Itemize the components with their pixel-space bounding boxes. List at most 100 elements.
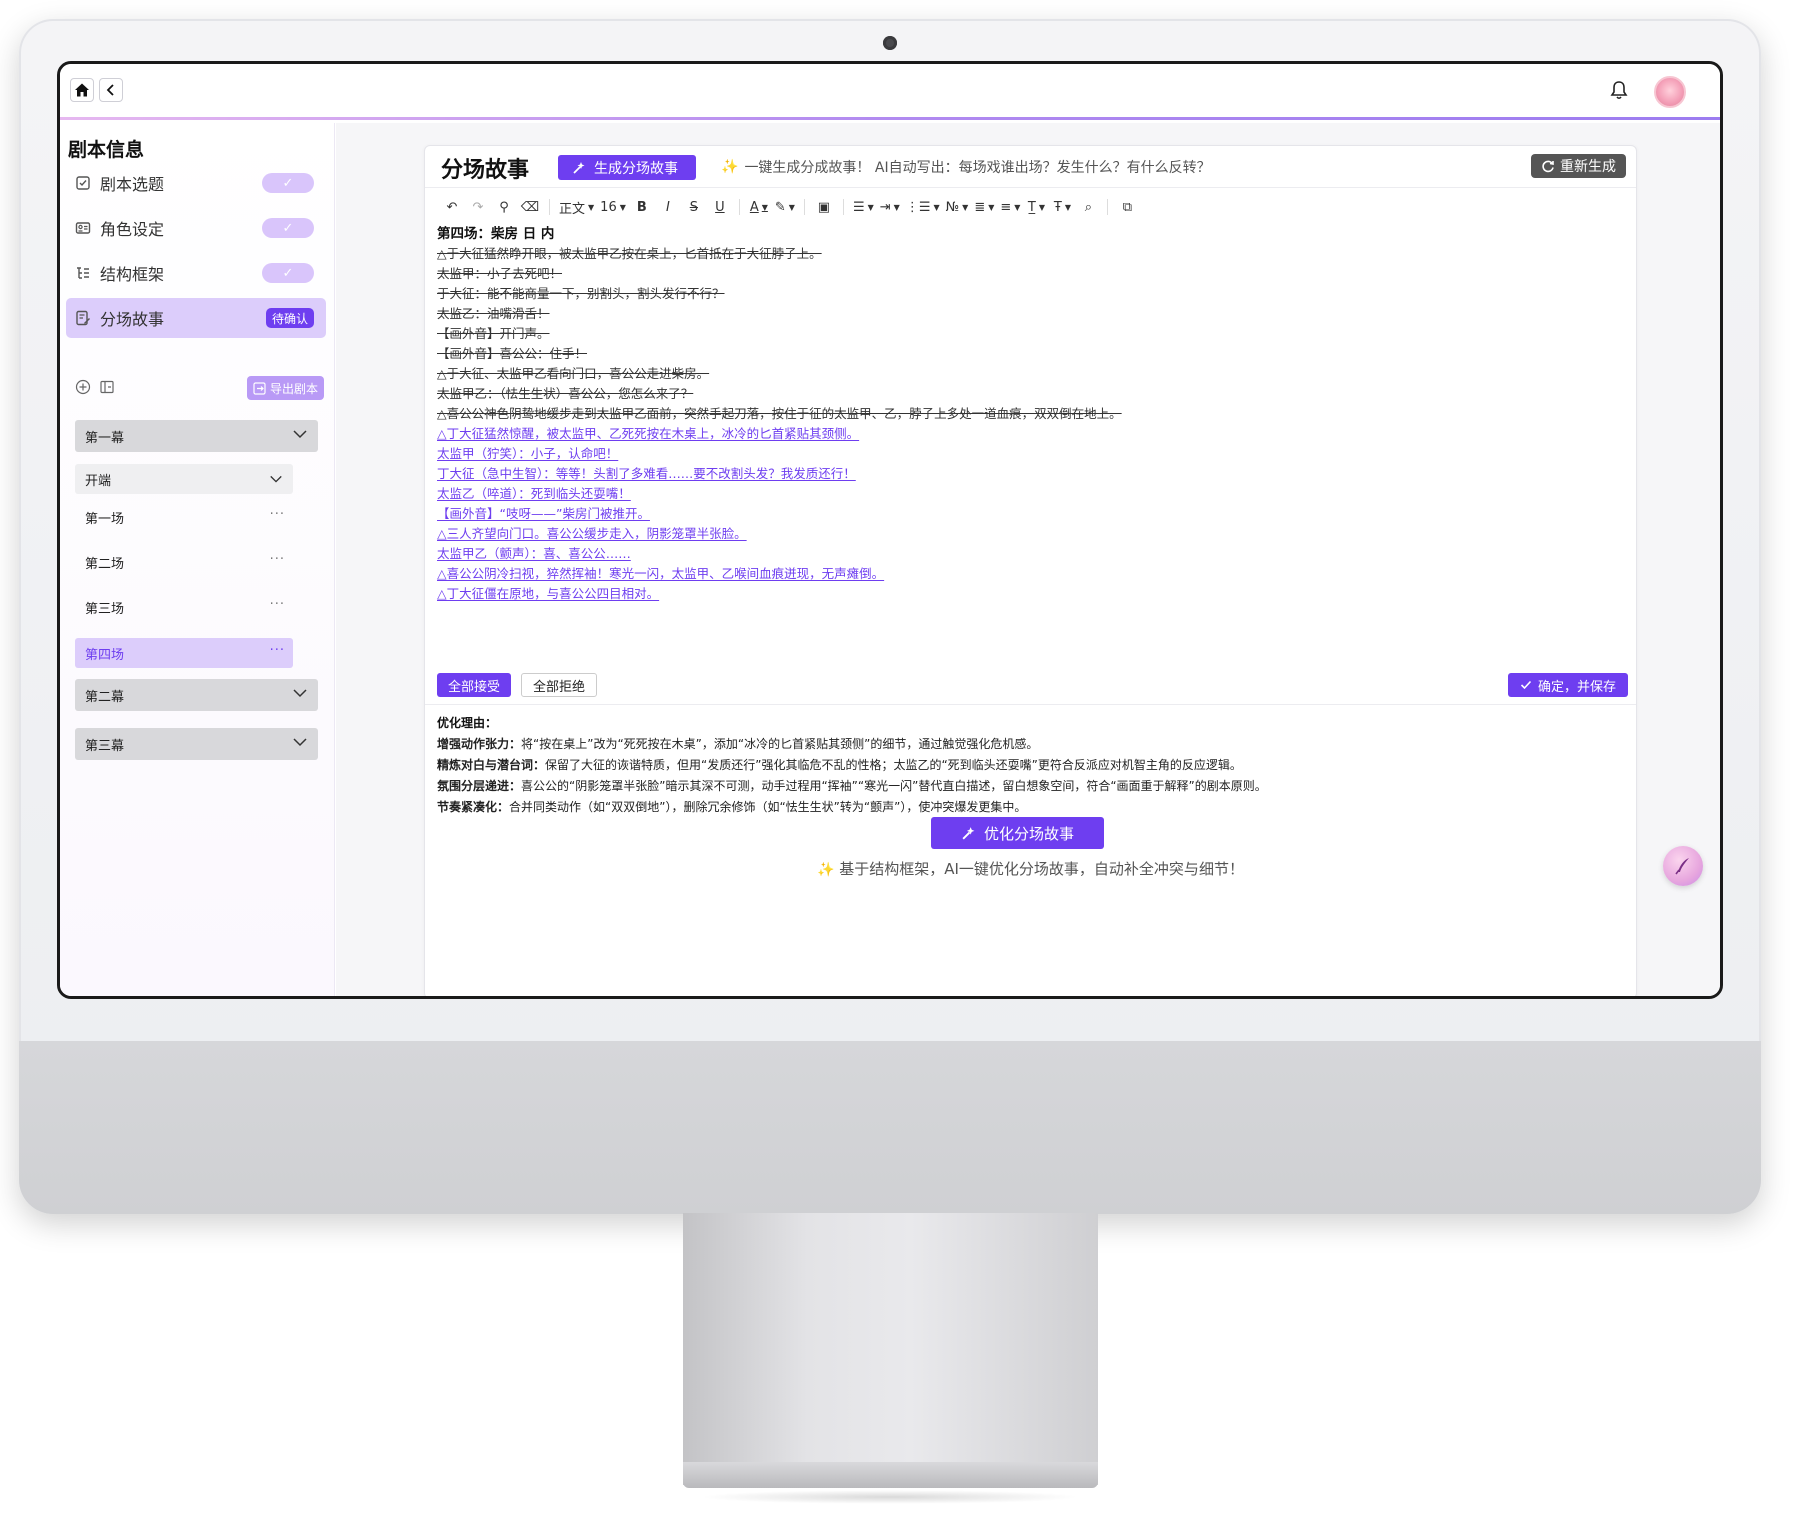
check-icon [1520,680,1532,690]
sidebar-item-label: 角色设定 [100,220,165,239]
deleted-line[interactable]: 太监甲：小子去死吧！ [437,264,1617,284]
inserted-line[interactable]: △丁大征僵在原地，与喜公公四目相对。 [437,584,1617,604]
optimize-button[interactable]: 优化分场故事 [931,817,1104,849]
scene-item-4[interactable]: 第四场 ··· [75,638,293,668]
paragraph-select[interactable]: 正文 ▼ [556,196,597,218]
quill-pen-icon [1675,858,1689,875]
more-icon[interactable]: ··· [270,552,285,567]
inserted-line[interactable]: △喜公公阴冷扫视，猝然挥袖！寒光一闪，太监甲、乙喉间血痕迸现，无声瘫倒。 [437,564,1617,584]
find-replace-icon[interactable]: ⌕ [1075,196,1101,218]
avatar[interactable] [1654,76,1686,108]
page-title: 分场故事 [441,158,530,183]
tree-icon [74,264,92,282]
stand-shadow [700,1490,1080,1504]
copy-icon[interactable]: ⧉ [1114,196,1140,218]
indent-icon[interactable]: ⇥ ▼ [877,196,903,218]
deleted-line[interactable]: △于大征、太监甲乙看向门口，喜公公走进柴房。 [437,364,1617,384]
inserted-line[interactable]: 太监乙（啐道）：死到临头还耍嘴！ [437,484,1617,504]
inserted-line[interactable]: △三人齐望向门口。喜公公缓步走入，阴影笼罩半张脸。 [437,524,1617,544]
inserted-line[interactable]: 太监甲（狞笑）：小子，认命吧！ [437,444,1617,464]
deleted-line[interactable]: 于大征：能不能商量一下，别割头，割头发行不行？ [437,284,1617,304]
done-check-badge: ✓ [262,173,314,193]
chevron-down-icon [293,430,307,439]
regenerate-button[interactable]: 重新生成 [1531,154,1626,178]
save-label: 确定，并保存 [1537,679,1616,695]
hint-text: 一键生成分成故事！ AI自动写出：每场戏谁出场？发生什么？有什么反转？ [744,160,1211,176]
act-label: 第一幕 [85,430,125,446]
deleted-line[interactable]: △于大征猛然睁开眼，被太监甲乙按在桌上，匕首抵在于大征脖子上。 [437,244,1617,264]
done-check-badge: ✓ [262,218,314,238]
monitor-stand [683,1213,1098,1485]
act-item-1[interactable]: 第一幕 [75,420,318,452]
scene-label: 第二场 [85,556,125,572]
inserted-line[interactable]: 太监甲乙（颤声）：喜、喜公公…… [437,544,1617,564]
format-painter-icon[interactable]: ⚲ [491,196,517,218]
scene-item-2[interactable]: 第二场 ··· [75,547,293,577]
line-height-icon[interactable]: ≣ ▼ [971,196,997,218]
scene-label: 第四场 [85,647,125,663]
clear-format-icon[interactable]: Ŧ ▼ [1049,196,1075,218]
sidebar-item-structure[interactable]: 结构框架 ✓ [66,253,326,293]
collapse-icon[interactable] [98,378,116,396]
home-button[interactable] [70,78,94,102]
accept-all-button[interactable]: 全部接受 [437,673,512,697]
deleted-line[interactable]: △喜公公神色阴鸷地缓步走到太监甲乙面前，突然手起刀落，按住于征的太监甲、乙，脖子… [437,404,1617,424]
eraser-icon[interactable]: ⌫ [517,196,543,218]
reason-text: 合并同类动作（如“双双倒地”），删除冗余修饰（如“怯生生状”转为“颤声”），使冲… [509,800,1027,814]
sidebar-item-scene-story[interactable]: 分场故事 待确认 [66,298,326,338]
scene-heading[interactable]: 第四场：柴房 日 内 [437,224,1617,244]
section-item-opening[interactable]: 开端 [75,464,293,494]
italic-icon[interactable]: I [655,196,681,218]
redo-icon[interactable]: ↷ [465,196,491,218]
confirm-save-button[interactable]: 确定，并保存 [1507,673,1628,697]
act-item-3[interactable]: 第三幕 [75,728,318,760]
add-circle-icon[interactable] [74,378,92,396]
undo-icon[interactable]: ↶ [439,196,465,218]
deleted-line[interactable]: 【画外音】开门声。 [437,324,1617,344]
deleted-line[interactable]: 【画外音】喜公公：住手！ [437,344,1617,364]
bell-icon[interactable] [1608,79,1630,101]
paragraph-spacing-icon[interactable]: ≡ ▼ [997,196,1023,218]
sparkle-icon: ✨ [817,862,835,878]
highlight-icon[interactable]: ✎ ▼ [772,196,798,218]
script-editor[interactable]: 第四场：柴房 日 内 △于大征猛然睁开眼，被太监甲乙按在桌上，匕首抵在于大征脖子上… [437,224,1617,604]
back-button[interactable] [99,78,123,102]
text-style-icon[interactable]: T̲ ▼ [1023,196,1049,218]
more-icon[interactable]: ··· [270,643,285,658]
reason-text: 喜公公的“阴影笼罩半张脸”暗示其深不可测，动手过程用“挥袖”“寒光一闪”替代直白… [521,779,1267,793]
reason-item: 节奏紧凑化：合并同类动作（如“双双倒地”），删除冗余修饰（如“怯生生状”转为“颤… [437,797,1624,818]
export-script-button[interactable]: 导出剧本 [246,376,324,400]
generate-button[interactable]: 生成分场故事 [558,155,696,180]
reason-heading: 节奏紧凑化： [437,800,510,814]
reason-item: 氛围分层递进：喜公公的“阴影笼罩半张脸”暗示其深不可测，动手过程用“挥袖”“寒光… [437,776,1624,797]
more-icon[interactable]: ··· [270,507,285,522]
ai-assistant-button[interactable] [1663,846,1703,886]
act-item-2[interactable]: 第二幕 [75,679,318,711]
more-icon[interactable]: ··· [270,597,285,612]
strikethrough-icon[interactable]: S [681,196,707,218]
reject-all-button[interactable]: 全部拒绝 [521,673,598,697]
inserted-line[interactable]: 丁大征（急中生智）：等等！头割了多难看……要不改割头发？我发质还行！ [437,464,1617,484]
monitor-stand-foot [683,1462,1098,1488]
monitor-chin [19,1041,1761,1214]
font-color-icon[interactable]: A ▼ [746,196,772,218]
optimize-hint-text: 基于结构框架，AI一键优化分场故事，自动补全冲突与细节！ [839,860,1244,878]
scene-item-1[interactable]: 第一场 ··· [75,502,293,532]
act-label: 第二幕 [85,689,125,705]
inserted-line[interactable]: 【画外音】“吱呀——”柴房门被推开。 [437,504,1617,524]
font-size-select[interactable]: 16 ▼ [597,196,629,218]
bullet-list-icon[interactable]: ⋮☰ ▼ [903,196,943,218]
deleted-line[interactable]: 太监甲乙：（怯生生状）喜公公，您怎么来了？ [437,384,1617,404]
numbered-list-icon[interactable]: № ▼ [943,196,972,218]
section-label: 开端 [85,473,112,489]
align-icon[interactable]: ☰ ▼ [850,196,877,218]
underline-icon[interactable]: U [707,196,733,218]
sidebar-item-characters[interactable]: 角色设定 ✓ [66,208,326,248]
regenerate-label: 重新生成 [1560,159,1616,175]
inserted-line[interactable]: △丁大征猛然惊醒，被太监甲、乙死死按在木桌上，冰冷的匕首紧贴其颈侧。 [437,424,1617,444]
sidebar-item-topic[interactable]: 剧本选题 ✓ [66,163,326,203]
deleted-line[interactable]: 太监乙：油嘴滑舌！ [437,304,1617,324]
image-icon[interactable]: ▣ [811,196,837,218]
bold-icon[interactable]: B [629,196,655,218]
scene-item-3[interactable]: 第三场 ··· [75,592,293,622]
